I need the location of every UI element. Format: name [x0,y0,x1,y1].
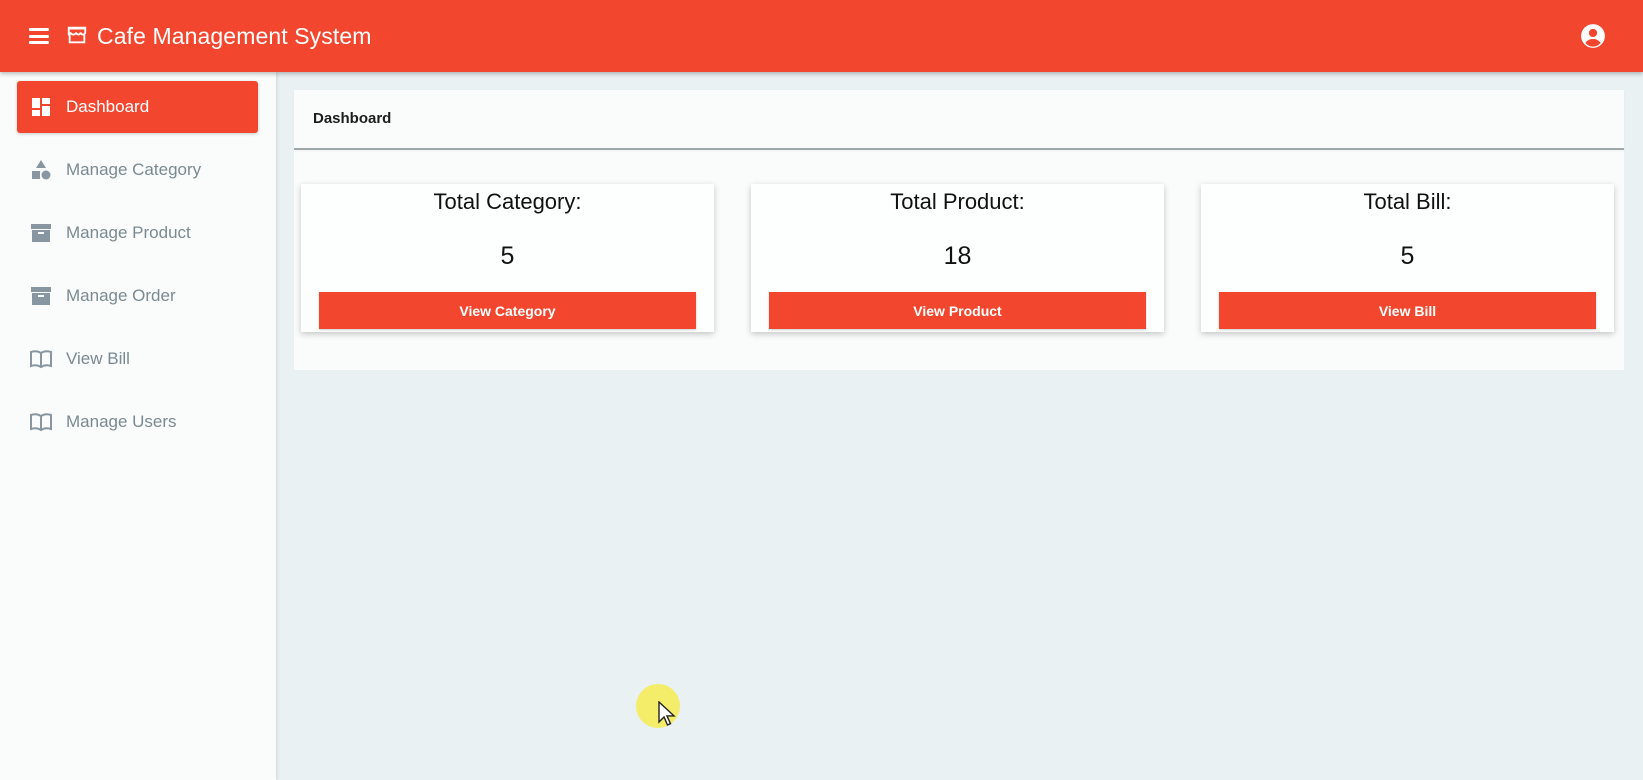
stat-card-bill: Total Bill: 5 View Bill [1201,184,1614,332]
mouse-pointer-icon [658,701,676,726]
top-toolbar: Cafe Management System [0,0,1643,72]
stat-label: Total Bill: [1363,189,1452,214]
book-icon [30,350,52,369]
menu-icon[interactable] [27,26,51,46]
sidebar-item-label: View Bill [66,349,130,368]
sidebar-item-view-bill[interactable]: View Bill [17,333,258,385]
view-category-button[interactable]: View Category [319,292,696,329]
account-circle-icon[interactable] [1580,23,1606,49]
sidebar-item-manage-order[interactable]: Manage Order [17,270,258,322]
sidebar-item-label: Manage Category [66,160,202,179]
sidebar-item-dashboard[interactable]: Dashboard [17,81,258,133]
view-product-button[interactable]: View Product [769,292,1146,329]
stat-value: 18 [943,242,972,270]
stat-label: Total Category: [433,189,582,214]
sidebar-item-label: Dashboard [66,97,150,116]
storefront-icon [67,26,87,44]
inventory-icon [31,287,51,305]
stat-value: 5 [500,242,515,270]
sidebar-item-manage-users[interactable]: Manage Users [17,396,258,448]
stat-card-category: Total Category: 5 View Category [301,184,714,332]
page-title: Dashboard [313,110,392,127]
stat-label: Total Product: [890,189,1025,214]
sidebar-item-label: Manage Users [66,412,177,431]
sidebar: Dashboard Manage Category Manage Product… [0,72,276,780]
sidebar-item-manage-category[interactable]: Manage Category [17,144,258,196]
panel-header: Dashboard [294,90,1624,150]
inventory-icon [31,224,51,242]
sidebar-item-label: Manage Product [66,223,191,242]
stat-card-product: Total Product: 18 View Product [751,184,1164,332]
book-icon [30,413,52,432]
app-title: Cafe Management System [97,23,372,49]
sidebar-item-manage-product[interactable]: Manage Product [17,207,258,259]
stat-value: 5 [1400,242,1415,270]
sidebar-item-label: Manage Order [66,286,176,305]
view-bill-button[interactable]: View Bill [1219,292,1596,329]
dashboard-panel: Dashboard Total Category: 5 View Categor… [294,90,1624,370]
dashboard-icon [32,98,50,116]
category-icon [32,160,51,180]
